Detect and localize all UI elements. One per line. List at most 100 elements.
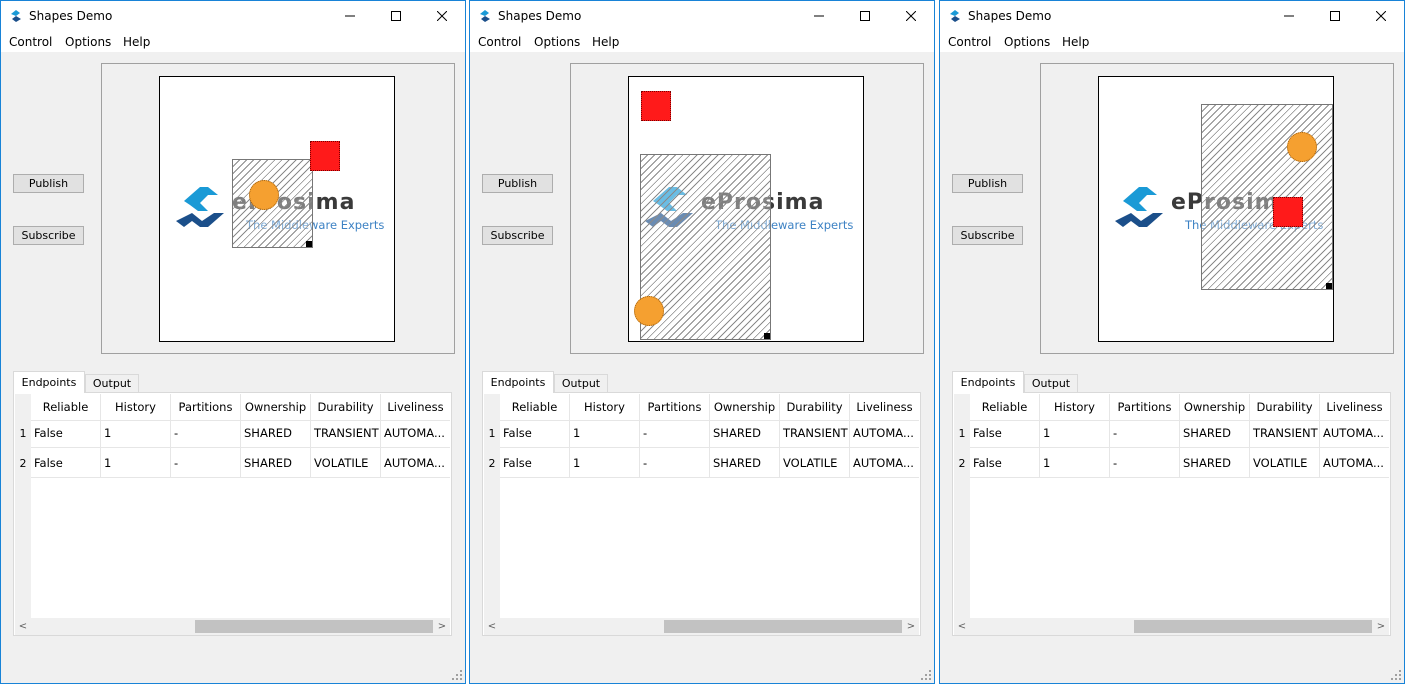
minimize-button[interactable]	[796, 1, 842, 31]
table-cell[interactable]: -	[171, 418, 241, 448]
scroll-right-arrow[interactable]: >	[434, 619, 450, 634]
scroll-right-arrow[interactable]: >	[1373, 619, 1389, 634]
column-header-reliable[interactable]: Reliable	[970, 394, 1040, 421]
column-header-liveliness[interactable]: Liveliness	[1320, 394, 1389, 421]
row-number[interactable]: 1	[15, 418, 31, 448]
column-header-ownership[interactable]: Ownership	[241, 394, 311, 421]
row-number[interactable]: 2	[954, 448, 970, 478]
publish-button[interactable]: Publish	[482, 174, 553, 193]
subscribe-button[interactable]: Subscribe	[13, 226, 84, 245]
table-cell[interactable]: AUTOMA...	[1320, 418, 1389, 448]
table-cell[interactable]: VOLATILE	[780, 448, 850, 478]
maximize-button[interactable]	[842, 1, 888, 31]
table-cell[interactable]: TRANSIENT	[780, 418, 850, 448]
scrollbar-thumb[interactable]	[664, 620, 902, 633]
column-header-durability[interactable]: Durability	[1250, 394, 1320, 421]
table-cell[interactable]: -	[640, 418, 710, 448]
table-cell[interactable]: -	[1110, 418, 1180, 448]
tab-endpoints[interactable]: Endpoints	[482, 371, 554, 393]
table-cell[interactable]: False	[500, 448, 570, 478]
table-cell[interactable]: SHARED	[710, 448, 780, 478]
close-button[interactable]	[1358, 1, 1404, 31]
table-cell[interactable]: 1	[101, 448, 171, 478]
horizontal-scrollbar[interactable]: < >	[15, 618, 450, 635]
close-button[interactable]	[419, 1, 465, 31]
column-header-history[interactable]: History	[101, 394, 171, 421]
menu-control[interactable]: Control	[478, 35, 521, 49]
column-header-partitions[interactable]: Partitions	[640, 394, 710, 421]
scroll-left-arrow[interactable]: <	[15, 619, 31, 634]
table-cell[interactable]: -	[1110, 448, 1180, 478]
table-cell[interactable]: False	[31, 418, 101, 448]
table-cell[interactable]: -	[640, 448, 710, 478]
size-grip-icon[interactable]	[452, 670, 462, 680]
table-cell[interactable]: SHARED	[1180, 418, 1250, 448]
column-header-history[interactable]: History	[1040, 394, 1110, 421]
shapes-canvas[interactable]: eProsima The Middleware Experts	[1098, 76, 1334, 342]
publish-button[interactable]: Publish	[952, 174, 1023, 193]
column-header-ownership[interactable]: Ownership	[1180, 394, 1250, 421]
horizontal-scrollbar[interactable]: < >	[484, 618, 919, 635]
column-header-reliable[interactable]: Reliable	[31, 394, 101, 421]
size-grip-icon[interactable]	[1391, 670, 1401, 680]
scroll-right-arrow[interactable]: >	[903, 619, 919, 634]
tab-output[interactable]: Output	[1024, 374, 1078, 392]
row-number[interactable]: 2	[15, 448, 31, 478]
column-header-reliable[interactable]: Reliable	[500, 394, 570, 421]
table-cell[interactable]: SHARED	[710, 418, 780, 448]
table-cell[interactable]: AUTOMA...	[850, 448, 919, 478]
menu-options[interactable]: Options	[534, 35, 580, 49]
table-cell[interactable]: TRANSIENT	[311, 418, 381, 448]
filter-resize-handle[interactable]	[764, 333, 770, 339]
table-cell[interactable]: VOLATILE	[1250, 448, 1320, 478]
close-button[interactable]	[888, 1, 934, 31]
table-cell[interactable]: TRANSIENT	[1250, 418, 1320, 448]
column-header-durability[interactable]: Durability	[311, 394, 381, 421]
table-cell[interactable]: 1	[1040, 418, 1110, 448]
title-bar[interactable]: Shapes Demo	[470, 1, 934, 31]
table-cell[interactable]: AUTOMA...	[381, 418, 450, 448]
column-header-history[interactable]: History	[570, 394, 640, 421]
title-bar[interactable]: Shapes Demo	[1, 1, 465, 31]
menu-control[interactable]: Control	[9, 35, 52, 49]
subscribe-button[interactable]: Subscribe	[482, 226, 553, 245]
tab-endpoints[interactable]: Endpoints	[952, 371, 1024, 393]
table-cell[interactable]: AUTOMA...	[1320, 448, 1389, 478]
content-filter-area[interactable]	[1201, 104, 1333, 290]
row-number[interactable]: 1	[484, 418, 500, 448]
column-header-ownership[interactable]: Ownership	[710, 394, 780, 421]
minimize-button[interactable]	[1266, 1, 1312, 31]
table-cell[interactable]: False	[500, 418, 570, 448]
table-cell[interactable]: AUTOMA...	[850, 418, 919, 448]
scrollbar-thumb[interactable]	[195, 620, 433, 633]
column-header-partitions[interactable]: Partitions	[1110, 394, 1180, 421]
menu-help[interactable]: Help	[1062, 35, 1089, 49]
table-cell[interactable]: SHARED	[1180, 448, 1250, 478]
table-cell[interactable]: 1	[101, 418, 171, 448]
table-cell[interactable]: 1	[570, 418, 640, 448]
table-cell[interactable]: 1	[1040, 448, 1110, 478]
column-header-durability[interactable]: Durability	[780, 394, 850, 421]
row-number[interactable]: 2	[484, 448, 500, 478]
menu-options[interactable]: Options	[65, 35, 111, 49]
size-grip-icon[interactable]	[921, 670, 931, 680]
publish-button[interactable]: Publish	[13, 174, 84, 193]
scroll-left-arrow[interactable]: <	[484, 619, 500, 634]
column-header-liveliness[interactable]: Liveliness	[381, 394, 450, 421]
menu-control[interactable]: Control	[948, 35, 991, 49]
table-cell[interactable]: False	[31, 448, 101, 478]
menu-options[interactable]: Options	[1004, 35, 1050, 49]
table-cell[interactable]: False	[970, 418, 1040, 448]
tab-output[interactable]: Output	[554, 374, 608, 392]
row-number[interactable]: 1	[954, 418, 970, 448]
filter-resize-handle[interactable]	[306, 241, 312, 247]
table-cell[interactable]: -	[171, 448, 241, 478]
horizontal-scrollbar[interactable]: < >	[954, 618, 1389, 635]
table-cell[interactable]: 1	[570, 448, 640, 478]
title-bar[interactable]: Shapes Demo	[940, 1, 1404, 31]
column-header-liveliness[interactable]: Liveliness	[850, 394, 919, 421]
subscribe-button[interactable]: Subscribe	[952, 226, 1023, 245]
menu-help[interactable]: Help	[123, 35, 150, 49]
scrollbar-thumb[interactable]	[1134, 620, 1372, 633]
table-cell[interactable]: SHARED	[241, 448, 311, 478]
